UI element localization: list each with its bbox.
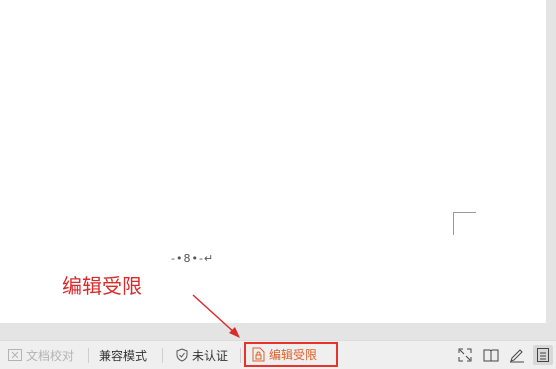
annotation-arrow (192, 294, 240, 338)
page-view-icon[interactable] (533, 345, 553, 365)
doc-check-button[interactable]: 文档校对 (8, 341, 74, 369)
edit-limited-button[interactable]: 编辑受限 (244, 342, 338, 367)
divider (240, 348, 241, 363)
fullscreen-icon[interactable] (455, 345, 475, 365)
status-bar: 文档校对 兼容模式 未认证 编辑受限 (0, 340, 556, 369)
shield-check-icon (176, 348, 188, 362)
compat-mode-button[interactable]: 兼容模式 (99, 341, 147, 369)
doc-check-icon (8, 349, 22, 361)
locked-doc-icon (252, 347, 265, 362)
reading-mode-icon[interactable] (481, 345, 501, 365)
divider (88, 348, 89, 363)
doc-check-label: 文档校对 (26, 348, 75, 363)
unverified-button[interactable]: 未认证 (176, 341, 228, 369)
edit-limited-label: 编辑受限 (269, 348, 318, 362)
edit-mode-icon[interactable] (507, 345, 527, 365)
unverified-label: 未认证 (192, 348, 229, 363)
compat-mode-label: 兼容模式 (99, 348, 148, 363)
divider (162, 348, 163, 363)
